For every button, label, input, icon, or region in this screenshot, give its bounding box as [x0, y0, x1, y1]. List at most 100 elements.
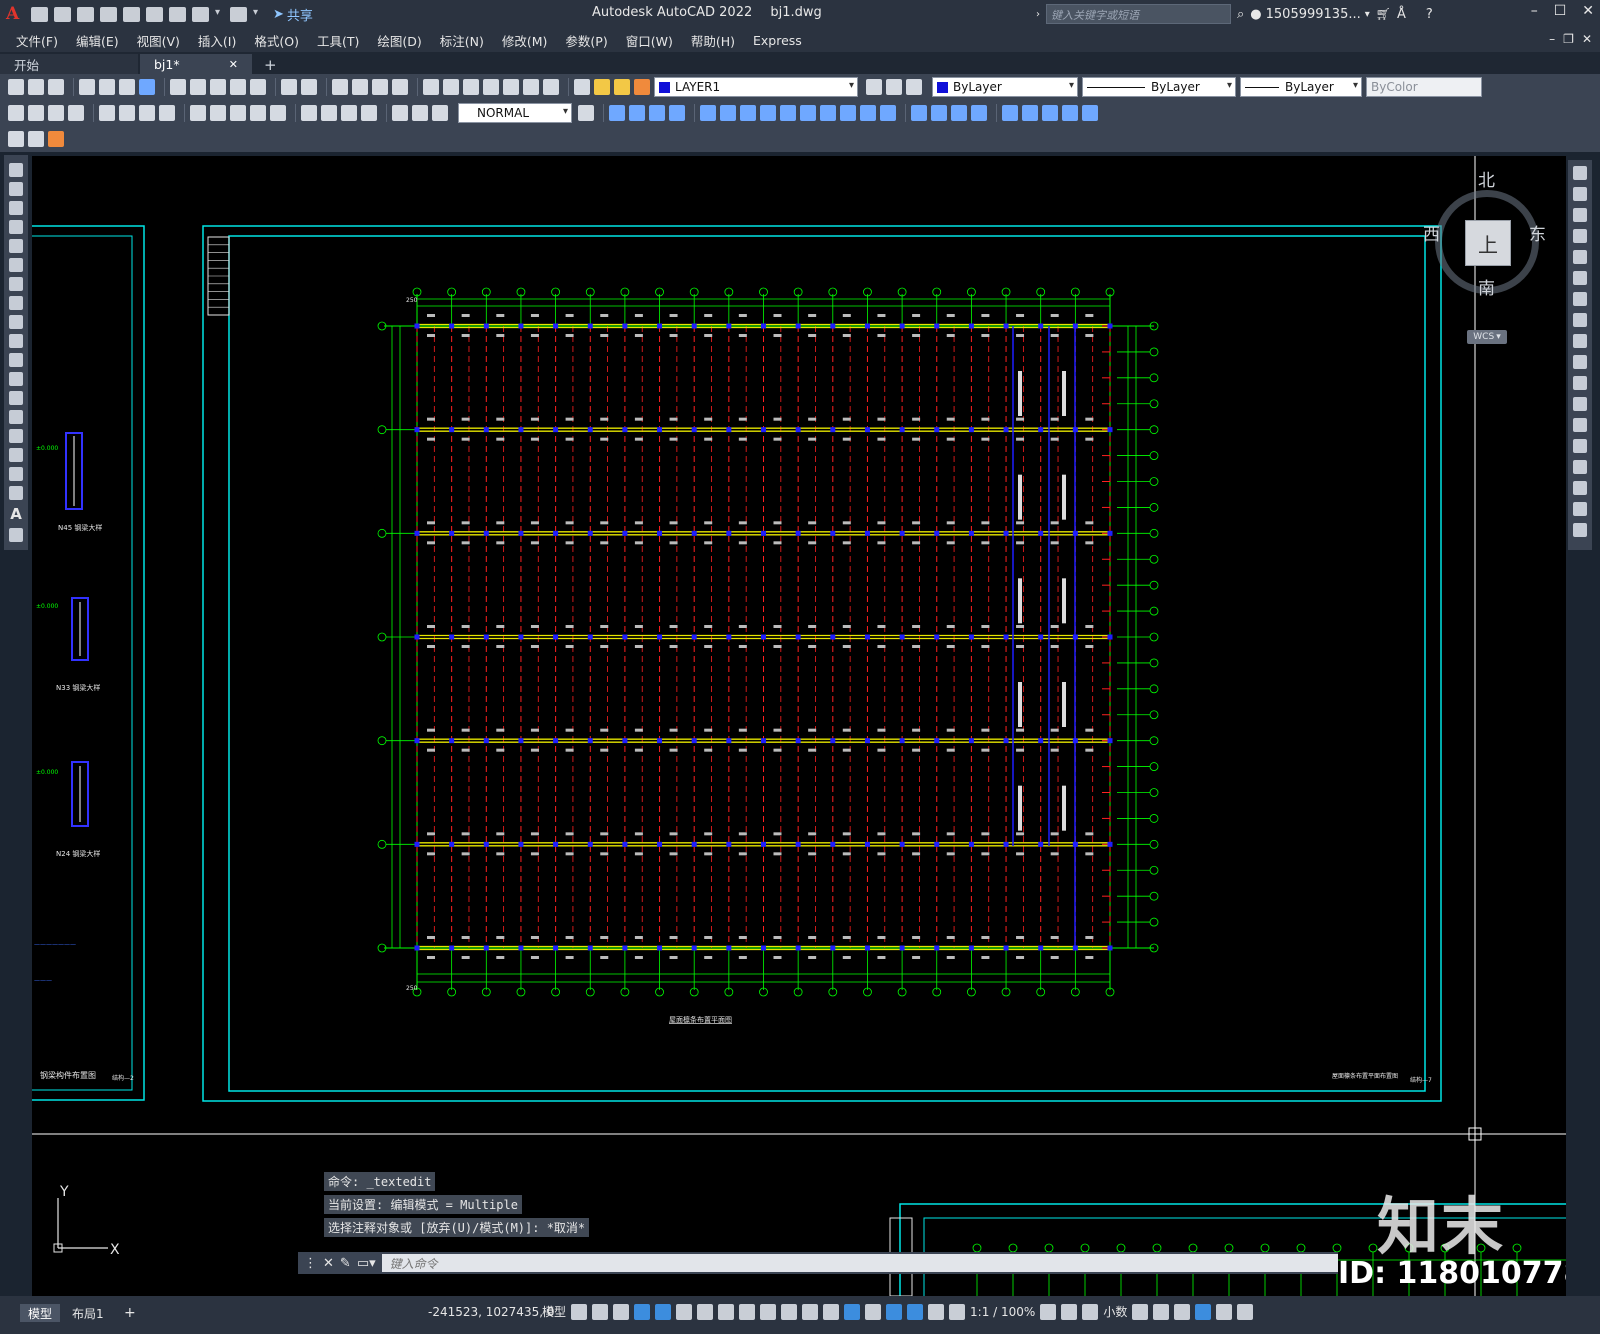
- drawing-canvas[interactable]: N45 钢梁大样 ±0.000 N33 钢梁大样 ±0.000 N24 钢梁大样…: [32, 156, 1566, 1296]
- menu-draw[interactable]: 绘图(D): [377, 31, 421, 50]
- offset-icon[interactable]: [1573, 229, 1587, 243]
- units-icon[interactable]: [1082, 1303, 1099, 1320]
- isodraft-icon[interactable]: [697, 1303, 714, 1320]
- modify-scale-icon[interactable]: [740, 105, 756, 121]
- radius-dimension-icon[interactable]: [99, 105, 115, 121]
- cut-icon[interactable]: [170, 79, 186, 95]
- draworder-above-icon[interactable]: [1042, 105, 1058, 121]
- fillet-icon[interactable]: [1573, 481, 1587, 495]
- menu-insert[interactable]: 插入(I): [198, 31, 236, 50]
- lineweight-dropdown[interactable]: ByLayer ▾: [1240, 77, 1362, 97]
- graphics-performance-icon[interactable]: [1195, 1303, 1212, 1320]
- point-icon[interactable]: [9, 410, 23, 424]
- object-snap-tracking-icon[interactable]: [718, 1303, 735, 1320]
- dimension-break-icon[interactable]: [270, 105, 286, 121]
- continue-dimension-icon[interactable]: [230, 105, 246, 121]
- tab-start[interactable]: 开始: [0, 54, 138, 74]
- new-tab-icon[interactable]: +: [264, 56, 277, 74]
- modify-array-icon[interactable]: [700, 105, 716, 121]
- menu-dimension[interactable]: 标注(N): [440, 31, 484, 50]
- clean-screen-icon[interactable]: [1216, 1303, 1233, 1320]
- annotation-monitor-icon[interactable]: [1061, 1303, 1078, 1320]
- multiline-text-icon[interactable]: A: [10, 505, 22, 523]
- units-value[interactable]: 小数: [1103, 1303, 1127, 1320]
- doc-minimize-icon[interactable]: –: [1549, 32, 1555, 46]
- publish-icon[interactable]: [119, 79, 135, 95]
- modify-break-icon[interactable]: [820, 105, 836, 121]
- mtext-icon[interactable]: [8, 131, 24, 147]
- selection-filter-icon[interactable]: [865, 1303, 882, 1320]
- 3d-osnap-icon[interactable]: [823, 1303, 840, 1320]
- zoom-previous-icon[interactable]: [392, 79, 408, 95]
- dimension-edit-icon[interactable]: [392, 105, 408, 121]
- find-replace-icon[interactable]: [48, 131, 64, 147]
- layer-lock-icon[interactable]: [634, 79, 650, 95]
- modify-chamfer-icon[interactable]: [860, 105, 876, 121]
- selection-cycling-icon[interactable]: [802, 1303, 819, 1320]
- undo-icon[interactable]: [192, 6, 209, 22]
- draworder-below-icon[interactable]: [1062, 105, 1078, 121]
- lineweight-icon[interactable]: [760, 1303, 777, 1320]
- close-icon[interactable]: ✕: [1582, 3, 1594, 19]
- layer-dropdown[interactable]: LAYER1 ▾: [654, 77, 858, 97]
- autodesk-app-icon[interactable]: Å: [1397, 7, 1406, 22]
- customize-dropdown-icon[interactable]: ▾: [253, 7, 262, 22]
- break-icon[interactable]: [1573, 418, 1587, 432]
- modify-move-icon[interactable]: [609, 105, 625, 121]
- plot-icon[interactable]: [79, 79, 95, 95]
- region-icon[interactable]: [9, 467, 23, 481]
- menu-view[interactable]: 视图(V): [137, 31, 180, 50]
- tolerance-icon[interactable]: [301, 105, 317, 121]
- arc-length-icon[interactable]: [48, 105, 64, 121]
- wcs-menu[interactable]: WCS ▾: [1467, 330, 1507, 344]
- circle-icon[interactable]: [9, 277, 23, 291]
- undo-icon[interactable]: [281, 79, 297, 95]
- tab-model[interactable]: 模型: [20, 1304, 61, 1322]
- compass-west[interactable]: 西: [1423, 220, 1440, 245]
- draworder-back-icon[interactable]: [1022, 105, 1038, 121]
- layer-previous-icon[interactable]: [886, 79, 902, 95]
- command-line-grip-icon[interactable]: ⋮: [304, 1256, 317, 1271]
- user-account[interactable]: ● 1505999135... ▾: [1250, 7, 1369, 22]
- maximize-icon[interactable]: ☐: [1554, 3, 1567, 19]
- markup-icon[interactable]: [503, 79, 519, 95]
- zoom-realtime-icon[interactable]: [352, 79, 368, 95]
- draworder-front-icon[interactable]: [1002, 105, 1018, 121]
- ellipse-icon[interactable]: [9, 334, 23, 348]
- dimension-space-icon[interactable]: [250, 105, 266, 121]
- dimstyle-dropdown[interactable]: NORMAL ▾: [458, 103, 572, 123]
- lock-ui-icon[interactable]: [1153, 1303, 1170, 1320]
- annotation-visibility-icon[interactable]: [907, 1303, 924, 1320]
- dimension-text-edit-icon[interactable]: [412, 105, 428, 121]
- menu-parametric[interactable]: 参数(P): [565, 31, 607, 50]
- color-dropdown[interactable]: ByLayer ▾: [932, 77, 1078, 97]
- save-icon[interactable]: [48, 79, 64, 95]
- tab-close-icon[interactable]: ✕: [229, 58, 238, 71]
- modify-mirror-icon[interactable]: [649, 105, 665, 121]
- explode-icon[interactable]: [971, 105, 987, 121]
- compass-north[interactable]: 北: [1478, 166, 1495, 191]
- command-line-close-icon[interactable]: ✕: [323, 1256, 334, 1271]
- make-block-icon[interactable]: [9, 391, 23, 405]
- gizmo-icon[interactable]: [886, 1303, 903, 1320]
- pan-icon[interactable]: [332, 79, 348, 95]
- print-icon[interactable]: [169, 6, 186, 22]
- menu-modify[interactable]: 修改(M): [502, 31, 548, 50]
- modify-offset-icon[interactable]: [669, 105, 685, 121]
- mirror-icon[interactable]: [1573, 208, 1587, 222]
- compass-east[interactable]: 东: [1529, 220, 1546, 245]
- plotstyle-dropdown[interactable]: ByColor: [1366, 77, 1482, 97]
- dynamic-ucs-icon[interactable]: [844, 1303, 861, 1320]
- coordinate-readout[interactable]: -241523, 1027435, 0: [428, 1305, 554, 1319]
- line-icon[interactable]: [9, 163, 23, 177]
- tab-layout1[interactable]: 布局1: [64, 1304, 112, 1322]
- gradient-icon[interactable]: [9, 448, 23, 462]
- quickcalc-icon[interactable]: [523, 79, 539, 95]
- doc-close-icon[interactable]: ✕: [1582, 32, 1592, 46]
- solid-union-icon[interactable]: [911, 105, 927, 121]
- modify-copy-icon[interactable]: [629, 105, 645, 121]
- new-icon[interactable]: [8, 79, 24, 95]
- rotate-icon[interactable]: [1573, 292, 1587, 306]
- redo-icon[interactable]: [301, 79, 317, 95]
- polygon-icon[interactable]: [9, 220, 23, 234]
